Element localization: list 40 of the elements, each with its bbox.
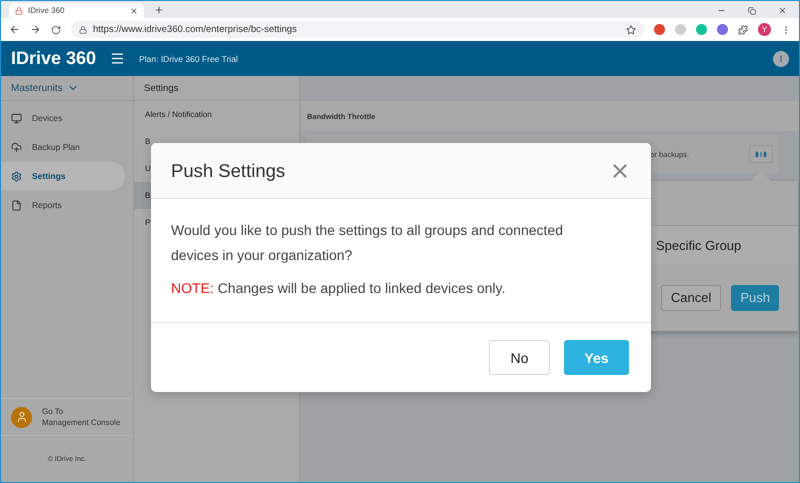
console-link[interactable]: Go To Management Console: [1, 398, 133, 436]
close-icon[interactable]: [130, 6, 138, 14]
panel-title: Settings: [134, 76, 299, 101]
forward-icon[interactable]: [30, 24, 41, 35]
back-icon[interactable]: [9, 24, 20, 35]
logo: IDrive 360: [11, 48, 96, 69]
settings-icon: [11, 170, 22, 182]
extensions-icon[interactable]: [738, 24, 748, 34]
close-icon[interactable]: [778, 6, 787, 15]
sidebar-item[interactable]: Devices: [1, 104, 125, 132]
dialog-note: NOTE: Changes will be applied to linked devices only.: [171, 279, 506, 298]
category-item[interactable]: Alerts / Notification: [134, 101, 299, 128]
extension-icon[interactable]: [654, 24, 665, 35]
signal-icon: [754, 150, 768, 158]
lock-icon: [79, 26, 87, 34]
profile-avatar[interactable]: Y: [758, 23, 771, 36]
dialog-title: Push Settings: [171, 160, 286, 182]
account-selector[interactable]: Masterunits: [1, 76, 133, 101]
document-icon: [11, 200, 22, 210]
sidebar-item[interactable]: Reports: [1, 191, 125, 219]
plan-label: Plan: IDrive 360 Free Trial: [139, 54, 238, 64]
no-button[interactable]: No: [489, 340, 550, 375]
monitor-icon: [11, 112, 22, 124]
menu-icon[interactable]: [110, 51, 126, 66]
extension-icon[interactable]: [717, 24, 728, 35]
address-field[interactable]: https://www.idrive360.com/enterprise/bc-settings: [71, 21, 644, 38]
person-icon: [11, 406, 32, 428]
sidebar-item[interactable]: Backup Plan: [1, 133, 125, 161]
user-avatar[interactable]: I: [773, 50, 789, 66]
lock-icon: [15, 6, 23, 14]
cloud-upload-icon: [11, 142, 22, 152]
push-button[interactable]: Push: [731, 284, 779, 310]
restore-icon[interactable]: [748, 6, 756, 14]
cancel-button[interactable]: Cancel: [660, 284, 722, 310]
star-icon[interactable]: [626, 24, 636, 34]
dialog-message: Would you like to push the settings to all groups and connected devices in your organization?: [171, 221, 564, 265]
sidebar-item[interactable]: Settings: [1, 162, 125, 190]
new-tab-icon[interactable]: [154, 5, 164, 15]
browser-tab[interactable]: IDrive 360: [9, 3, 144, 18]
reload-icon[interactable]: [51, 24, 61, 34]
